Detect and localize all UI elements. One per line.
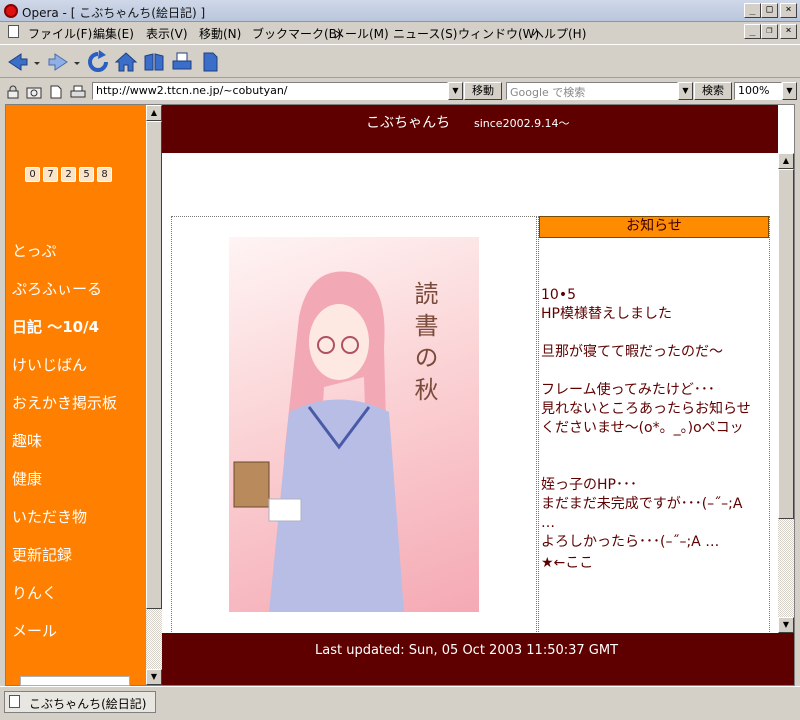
back-arrow-icon[interactable] [6, 50, 30, 74]
nav-link-oekaki-bbs[interactable]: おえかき掲示板 [12, 392, 117, 413]
menu-file[interactable]: ファイル(F) [28, 25, 92, 42]
reload-icon[interactable] [86, 50, 110, 74]
menu-view[interactable]: 表示(V) [146, 25, 188, 42]
camera-icon[interactable] [26, 85, 42, 99]
main-frame-scrollbar[interactable]: ▲ ▼ [778, 153, 794, 633]
page-icon[interactable] [50, 85, 62, 99]
search-dropdown-icon[interactable]: ▼ [678, 82, 693, 100]
navigation-toolbar [0, 44, 800, 78]
maximize-button[interactable]: □ [761, 3, 778, 18]
scroll-up-arrow-icon[interactable]: ▲ [778, 153, 794, 169]
site-since: since2002.9.14〜 [474, 117, 570, 130]
notice-body: 10•5 HP模様替えしました 旦那が寝てて暇だったのだ〜 フレーム使ってみたけ… [541, 287, 751, 550]
close-button[interactable]: × [780, 3, 797, 18]
printer-icon[interactable] [70, 85, 86, 99]
document-icon[interactable] [8, 25, 19, 38]
go-button[interactable]: 移動 [464, 82, 502, 100]
forward-arrow-icon[interactable] [46, 50, 70, 74]
menu-news[interactable]: ニュース(S) [393, 25, 457, 42]
page-tab[interactable]: こぶちゃんち(絵日記) [4, 691, 156, 713]
address-dropdown-icon[interactable]: ▼ [448, 82, 463, 100]
menu-mail[interactable]: メール(M) [333, 25, 389, 42]
mdi-minimize-button[interactable]: _ [744, 24, 761, 39]
address-toolbar: http://www2.ttcn.ne.jp/~cobutyan/ ▼ 移動 G… [0, 79, 800, 103]
nav-link-mail[interactable]: メール [12, 620, 57, 641]
lock-icon[interactable] [6, 85, 20, 99]
menu-bookmarks[interactable]: ブックマーク(B) [252, 25, 342, 42]
minimize-button[interactable]: _ [744, 3, 761, 18]
forward-dropdown-icon[interactable] [72, 50, 82, 74]
counter-digit: 7 [43, 167, 58, 182]
left-frame: とっぷ ぷろふぃーる 日記 〜10/4 けいじばん おえかき掲示板 趣味 健康 … [6, 105, 162, 685]
home-icon[interactable] [114, 50, 138, 74]
left-frame-banner [20, 676, 130, 686]
nav-link-hobby[interactable]: 趣味 [12, 430, 42, 451]
nav-link-updates[interactable]: 更新記録 [12, 544, 72, 565]
menu-edit[interactable]: 編集(E) [93, 25, 134, 42]
nav-link-gifts[interactable]: いただき物 [12, 506, 87, 527]
counter-digit: 2 [61, 167, 76, 182]
scroll-down-arrow-icon[interactable]: ▼ [778, 617, 794, 633]
notice-heading: お知らせ [539, 216, 769, 238]
menu-bar: ファイル(F) 編集(E) 表示(V) 移動(N) ブックマーク(B) メール(… [0, 22, 800, 42]
back-dropdown-icon[interactable] [32, 50, 42, 74]
menu-navigation[interactable]: 移動(N) [199, 25, 241, 42]
mdi-restore-button[interactable]: ❐ [761, 24, 778, 39]
left-frame-scrollbar[interactable]: ▲ ▼ [146, 105, 162, 685]
picture-caption: 読書の秋 [410, 281, 438, 409]
site-header: こぶちゃんち since2002.9.14〜 [162, 105, 778, 153]
scroll-down-arrow-icon[interactable]: ▼ [146, 669, 162, 685]
nav-link-health[interactable]: 健康 [12, 468, 42, 489]
status-bar: こぶちゃんち(絵日記) [0, 686, 800, 720]
visitor-counter: 0 7 2 5 8 [25, 167, 112, 182]
nav-link-links[interactable]: りんく [12, 582, 57, 603]
scroll-thumb[interactable] [146, 121, 162, 609]
page-footer: Last updated: Sun, 05 Oct 2003 11:50:37 … [162, 633, 794, 685]
opera-logo-icon [4, 4, 18, 18]
mdi-close-button[interactable]: × [780, 24, 797, 39]
last-updated-text: Last updated: Sun, 05 Oct 2003 11:50:37 … [315, 643, 619, 658]
counter-digit: 8 [97, 167, 112, 182]
scroll-up-arrow-icon[interactable]: ▲ [146, 105, 162, 121]
nav-link-diary[interactable]: 日記 〜10/4 [12, 316, 99, 337]
search-input[interactable]: Google で検索 [506, 82, 678, 100]
menu-window[interactable]: ウィンドウ(W) [458, 25, 539, 42]
print-icon[interactable] [170, 50, 194, 74]
address-input[interactable]: http://www2.ttcn.ne.jp/~cobutyan/ [92, 82, 448, 100]
tab-page-icon [9, 695, 20, 708]
search-button[interactable]: 検索 [694, 82, 732, 100]
nav-link-top[interactable]: とっぷ [12, 240, 57, 261]
menu-help[interactable]: ヘルプ(H) [532, 25, 586, 42]
new-page-icon[interactable] [198, 50, 222, 74]
counter-digit: 0 [25, 167, 40, 182]
title-bar[interactable]: Opera - [ こぶちゃんち(絵日記) ] _ □ × [0, 0, 800, 22]
window-title: Opera - [ こぶちゃんち(絵日記) ] [22, 6, 206, 20]
scroll-thumb[interactable] [778, 169, 794, 519]
zoom-dropdown-icon[interactable]: ▼ [782, 82, 797, 100]
site-title: こぶちゃんち [366, 115, 451, 131]
niece-site-link[interactable]: ★←ここ [541, 552, 593, 572]
nav-link-bbs[interactable]: けいじばん [12, 354, 87, 375]
nav-link-profile[interactable]: ぷろふぃーる [12, 278, 102, 299]
counter-digit: 5 [79, 167, 94, 182]
illustration-image: 読書の秋 [229, 237, 479, 612]
hotlist-icon[interactable] [142, 50, 166, 74]
zoom-field[interactable]: 100% [734, 82, 782, 100]
